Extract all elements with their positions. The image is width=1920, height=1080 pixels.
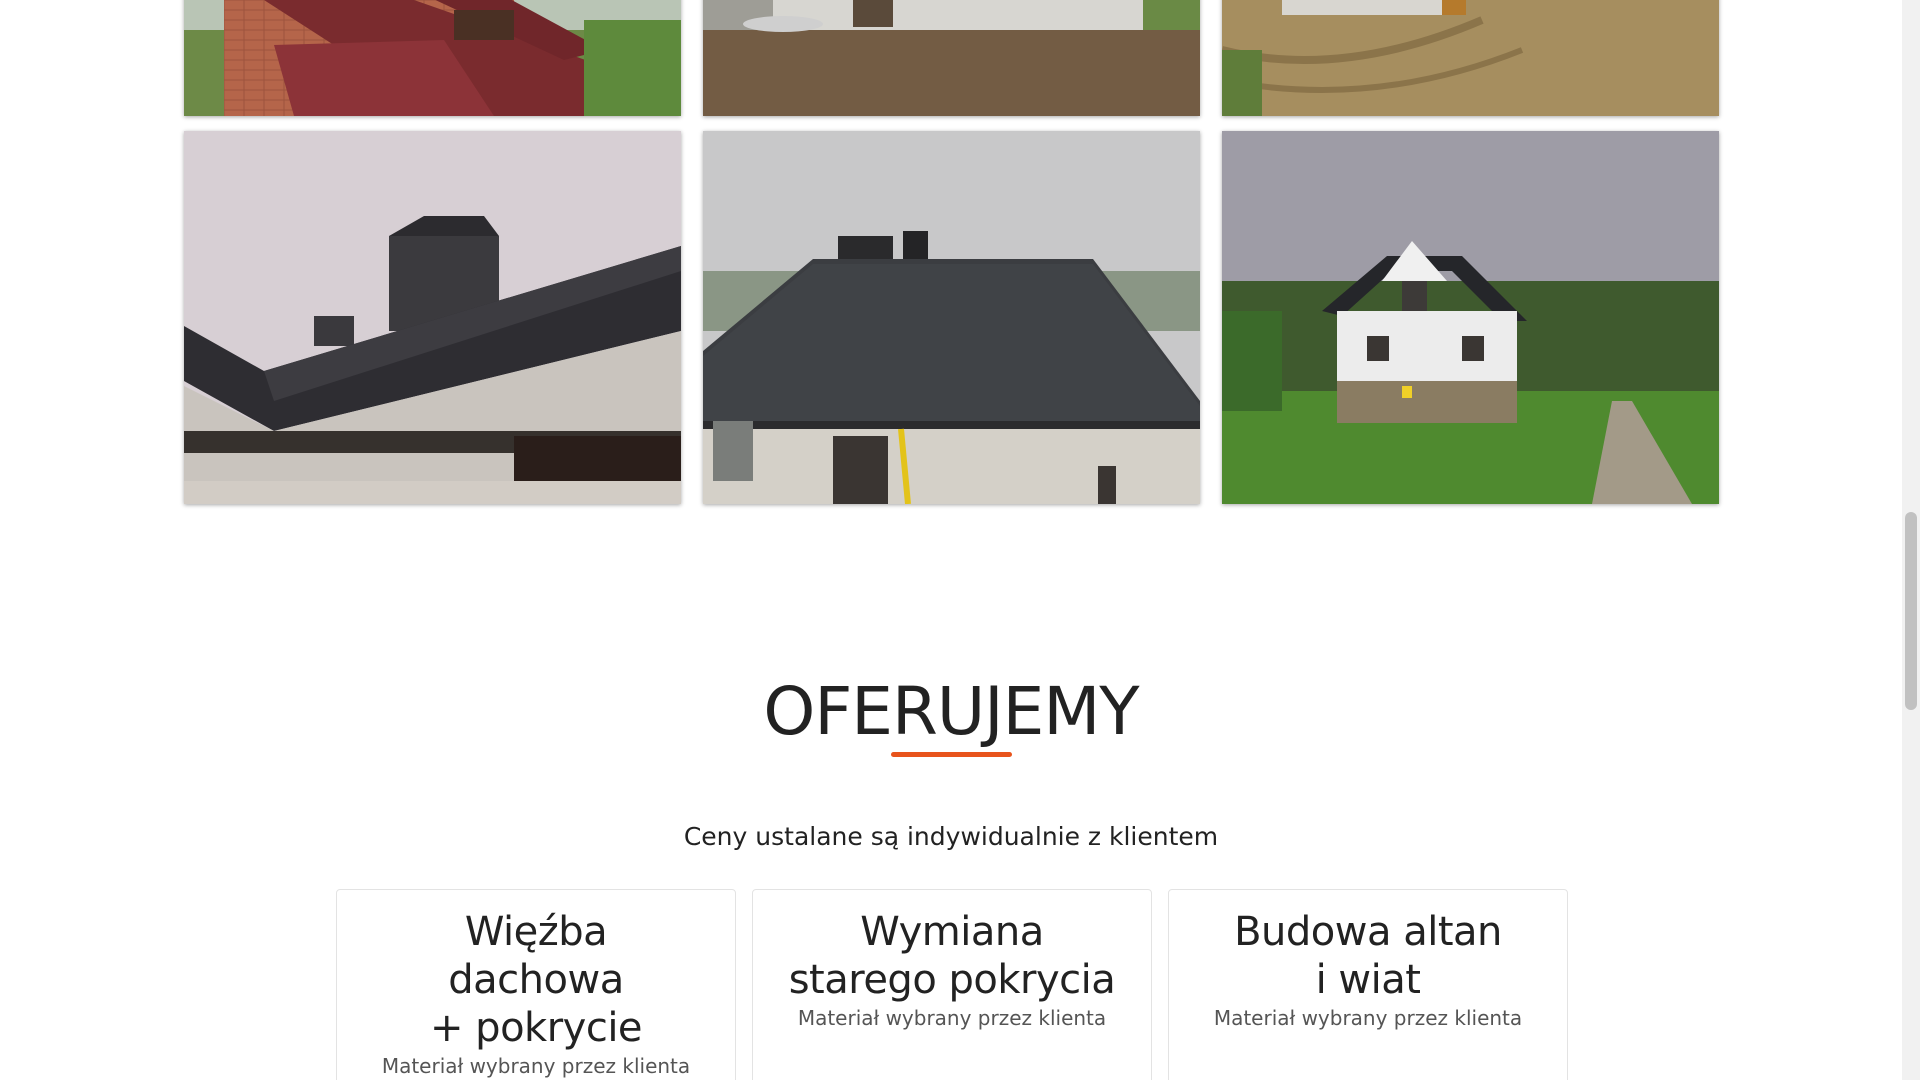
photo-image — [184, 131, 681, 504]
offer-card-note: Materiał wybrany przez klienta — [381, 1054, 691, 1078]
offer-card-roof-replacement: Wymiana starego pokrycia Materiał wybran… — [752, 889, 1152, 1080]
photo-image — [703, 0, 1200, 116]
offer-card-gazebos: Budowa altan i wiat Materiał wybrany prz… — [1168, 889, 1568, 1080]
vertical-scrollbar[interactable] — [1902, 0, 1920, 1080]
scrollbar-thumb[interactable] — [1905, 512, 1917, 710]
offer-card-note: Materiał wybrany przez klienta — [797, 1006, 1107, 1030]
gallery-photo-finished-house[interactable] — [1222, 131, 1719, 504]
section-subtitle: Ceny ustalane są indywidualnie z kliente… — [683, 822, 1219, 851]
offer-card-title: Budowa altan i wiat — [1234, 909, 1502, 1003]
photo-image — [1222, 131, 1719, 504]
photo-image — [184, 0, 681, 116]
photo-image — [1222, 0, 1719, 116]
offer-card-roof-truss: Więźba dachowa + pokrycie Materiał wybra… — [336, 889, 736, 1080]
photo-image — [703, 131, 1200, 504]
gallery-photo-brick-house[interactable] — [184, 0, 681, 116]
section-heading: OFERUJEMY — [763, 673, 1139, 750]
gallery-photo-hip-roof[interactable] — [703, 131, 1200, 504]
offer-card-title: Więźba dachowa + pokrycie — [429, 909, 643, 1051]
offer-card-title: Wymiana starego pokrycia — [788, 909, 1116, 1003]
heading-underline — [891, 752, 1012, 757]
gallery-photo-roof-chimneys[interactable] — [184, 131, 681, 504]
gallery-photo-block-construction[interactable] — [703, 0, 1200, 116]
page: OFERUJEMY Ceny ustalane są indywidualnie… — [0, 0, 1902, 1080]
gallery-photo-yard[interactable] — [1222, 0, 1719, 116]
offer-card-note: Materiał wybrany przez klienta — [1213, 1006, 1523, 1030]
